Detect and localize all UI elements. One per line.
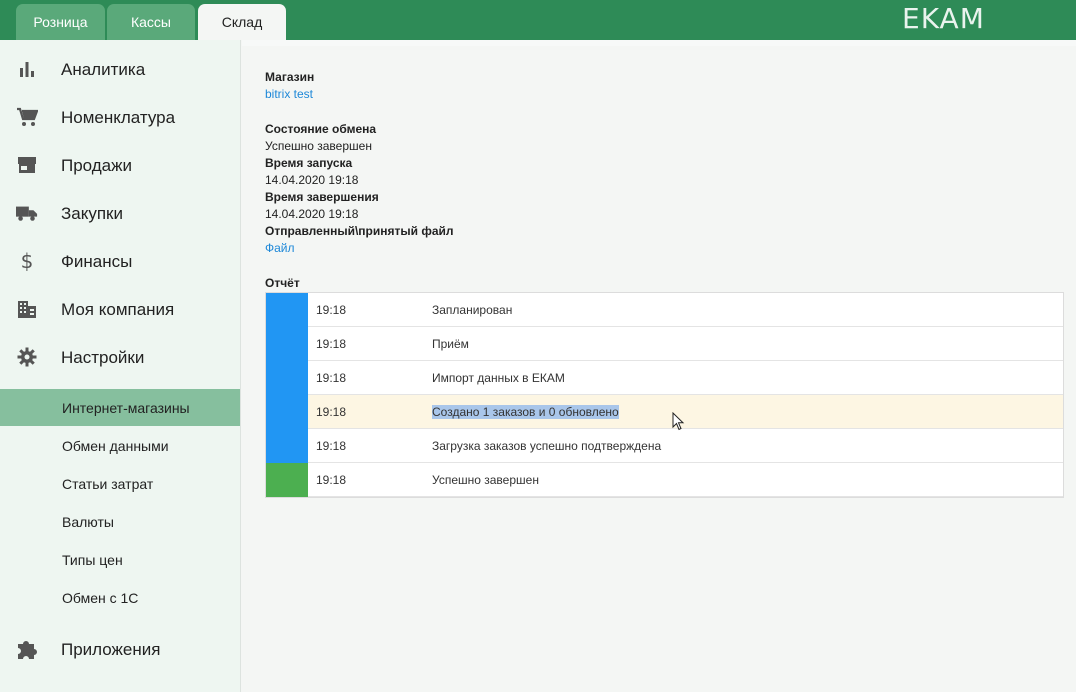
mouse-cursor-icon — [672, 412, 685, 431]
sidebar-item-nomenclature[interactable]: Номенклатура — [0, 94, 241, 142]
sidebar-subitem-expense-items[interactable]: Статьи затрат — [0, 465, 240, 502]
row-message: Импорт данных в ЕКАМ — [432, 371, 565, 385]
puzzle-icon — [16, 638, 38, 660]
report-table: 19:18 Запланирован 19:18 Приём 19:18 Имп… — [265, 292, 1064, 498]
sidebar-item-label: Моя компания — [61, 300, 175, 319]
row-message: Создано 1 заказов и 0 обновлено — [432, 405, 619, 419]
end-time-value: 14.04.2020 19:18 — [265, 207, 359, 221]
file-label: Отправленный\принятый файл — [265, 224, 454, 238]
row-time: 19:18 — [316, 405, 347, 419]
sidebar-item-label: Продажи — [61, 156, 132, 175]
sidebar-item-label: Номенклатура — [61, 108, 176, 127]
end-time-label: Время завершения — [265, 190, 379, 204]
status-stripe — [266, 429, 308, 463]
status-stripe — [266, 361, 308, 395]
row-time: 19:18 — [316, 371, 347, 385]
status-stripe — [266, 327, 308, 361]
status-stripe — [266, 293, 308, 327]
sidebar-item-settings[interactable]: Настройки — [0, 334, 241, 382]
main-content: Магазин bitrix test Состояние обмена Усп… — [242, 40, 1076, 692]
row-message: Загрузка заказов успешно подтверждена — [432, 439, 662, 453]
sidebar-subitem-label: Интернет-магазины — [62, 399, 190, 416]
tab-label: Кассы — [130, 14, 171, 30]
table-row: 19:18 Импорт данных в ЕКАМ — [266, 361, 1063, 395]
row-time: 19:18 — [316, 337, 347, 351]
sidebar-item-analytics[interactable]: Аналитика — [0, 46, 241, 94]
sidebar-subitem-label: Типы цен — [62, 551, 123, 568]
row-time: 19:18 — [316, 439, 347, 453]
status-stripe — [266, 463, 308, 497]
row-time: 19:18 — [316, 303, 347, 317]
sidebar: Аналитика Номенклатура Продажи Закупки $… — [0, 40, 241, 692]
sidebar-item-purchases[interactable]: Закупки — [0, 190, 241, 238]
gear-icon — [16, 346, 38, 368]
tab-cash-registers[interactable]: Кассы — [107, 4, 195, 40]
table-row: 19:18 Приём — [266, 327, 1063, 361]
cart-icon — [16, 106, 38, 128]
sidebar-subitem-label: Валюты — [62, 513, 114, 530]
start-time-label: Время запуска — [265, 156, 353, 170]
bar-chart-icon — [16, 58, 38, 80]
sidebar-item-apps[interactable]: Приложения — [0, 626, 241, 674]
sidebar-item-label: Закупки — [61, 204, 123, 223]
status-value: Успешно завершен — [265, 139, 372, 153]
sidebar-item-label: Финансы — [61, 252, 133, 271]
row-time: 19:18 — [316, 473, 347, 487]
sidebar-item-label: Приложения — [61, 640, 161, 659]
sidebar-item-my-company[interactable]: Моя компания — [0, 286, 241, 334]
start-time-value: 14.04.2020 19:18 — [265, 173, 359, 187]
sidebar-item-label: Настройки — [61, 348, 145, 367]
tab-retail[interactable]: Розница — [16, 4, 105, 40]
table-row: 19:18 Загрузка заказов успешно подтвержд… — [266, 429, 1063, 463]
store-icon — [16, 154, 38, 176]
sidebar-subitem-price-types[interactable]: Типы цен — [0, 541, 240, 578]
status-stripe — [266, 395, 308, 429]
table-row: 19:18 Создано 1 заказов и 0 обновлено — [266, 395, 1063, 429]
store-link[interactable]: bitrix test — [265, 87, 313, 101]
status-label: Состояние обмена — [265, 122, 377, 136]
sidebar-subitem-online-stores[interactable]: Интернет-магазины — [0, 389, 240, 426]
tab-warehouse[interactable]: Склад — [198, 4, 286, 40]
sidebar-subitem-label: Статьи затрат — [62, 475, 154, 492]
building-icon — [16, 298, 38, 320]
sidebar-subitem-1c-exchange[interactable]: Обмен с 1С — [0, 579, 240, 616]
sidebar-item-finances[interactable]: $ Финансы — [0, 238, 241, 286]
sidebar-item-sales[interactable]: Продажи — [0, 142, 241, 190]
tab-label: Розница — [33, 14, 88, 30]
row-message: Успешно завершен — [432, 473, 539, 487]
sidebar-subitem-data-exchange[interactable]: Обмен данными — [0, 427, 240, 464]
sidebar-subitem-currencies[interactable]: Валюты — [0, 503, 240, 540]
dollar-icon: $ — [20, 249, 34, 273]
truck-icon — [16, 202, 38, 224]
sidebar-subitem-label: Обмен данными — [62, 437, 169, 454]
file-link[interactable]: Файл — [265, 241, 295, 255]
sidebar-item-label: Аналитика — [61, 60, 146, 79]
table-row: 19:18 Запланирован — [266, 293, 1063, 327]
logo: EKAM — [902, 2, 985, 35]
top-bar: Розница Кассы Склад EKAM — [0, 0, 1076, 40]
report-title: Отчёт — [265, 276, 300, 290]
row-message: Приём — [432, 337, 469, 351]
tab-label: Склад — [221, 14, 263, 30]
row-message: Запланирован — [432, 303, 513, 317]
store-label: Магазин — [265, 70, 315, 84]
table-row: 19:18 Успешно завершен — [266, 463, 1063, 497]
sidebar-subitem-label: Обмен с 1С — [62, 589, 139, 606]
